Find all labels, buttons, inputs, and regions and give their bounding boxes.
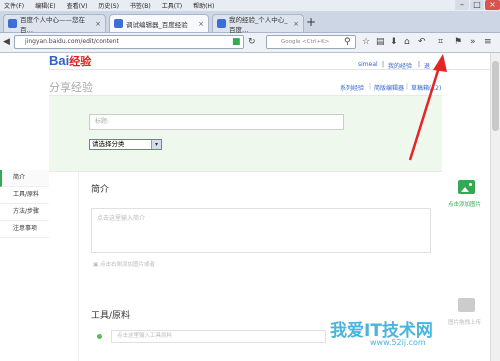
watermark-url: www.52ij.com (370, 338, 426, 347)
annotation-arrow (408, 54, 447, 161)
